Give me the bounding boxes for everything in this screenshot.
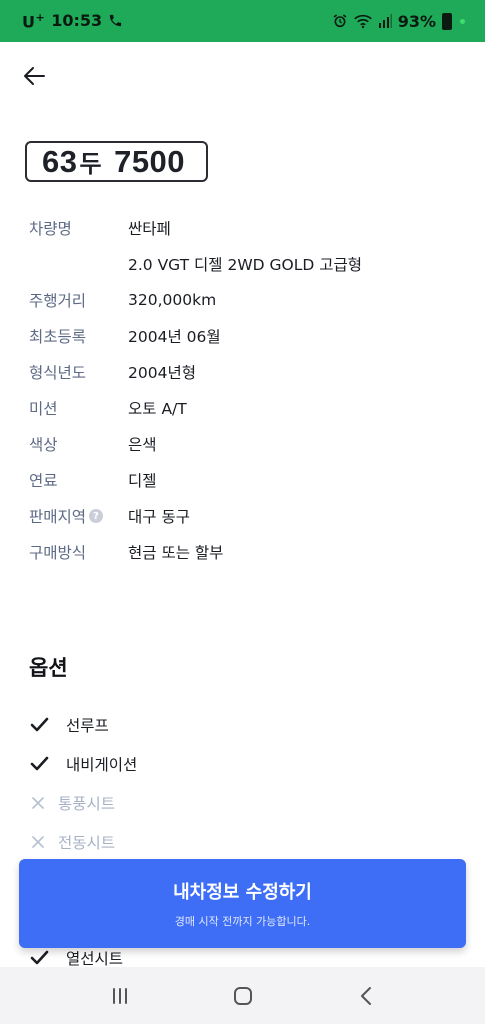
top-app-bar [0,42,485,108]
plate-middle: 두 [79,151,103,178]
spec-value: 디젤 [128,472,157,490]
check-icon [30,717,66,732]
option-label: 내비게이션 [66,755,138,774]
system-nav-bar [0,967,485,1024]
spec-value: 320,000km [128,291,217,309]
carrier-label: U+ [22,10,46,32]
option-label: 통풍시트 [58,794,116,813]
edit-car-info-button[interactable]: 내차정보 수정하기 경매 시작 전까지 가능합니다. [19,859,466,948]
spec-label: 최초등록 [29,328,87,346]
spec-label: 미션 [29,400,58,418]
spec-label: 구매방식 [29,544,87,562]
spec-row-transmission: 미션 오토 A/T [29,390,459,426]
status-bar: U+ 10:53 93% [0,0,485,42]
spec-row-mileage: 주행거리 320,000km [29,282,459,318]
spec-row-color: 색상 은색 [29,426,459,462]
recent-apps-icon [112,987,127,1004]
option-label: 전동시트 [58,833,116,852]
spec-value: 2.0 VGT 디젤 2WD GOLD 고급형 [128,256,363,274]
spec-row-sales-region: 판매지역 ? 대구 동구 [29,498,459,534]
license-plate: 63 두 7500 [25,141,208,182]
spec-value: 현금 또는 할부 [128,544,224,562]
spec-row-model-year: 형식년도 2004년형 [29,354,459,390]
chevron-left-icon [360,986,371,1005]
phone-call-icon [108,13,123,28]
list-item: 선루프 [30,705,450,744]
spec-label: 판매지역 [29,508,87,526]
list-item: 내비게이션 [30,744,450,783]
battery-icon [442,12,452,30]
plate-prefix: 63 [42,143,78,179]
spec-label: 형식년도 [29,364,87,382]
check-icon [30,950,66,965]
recent-apps-button[interactable] [100,976,140,1016]
spec-row-purchase-method: 구매방식 현금 또는 할부 [29,534,459,570]
spec-label: 연료 [29,472,58,490]
info-icon[interactable]: ? [89,509,104,523]
vehicle-spec-list: 차량명 싼타페 2.0 VGT 디젤 2WD GOLD 고급형 주행거리 320… [29,210,459,570]
spec-row-trim: 2.0 VGT 디젤 2WD GOLD 고급형 [29,246,459,282]
wifi-icon [353,13,372,29]
spec-label: 주행거리 [29,292,87,310]
option-label: 선루프 [66,716,109,735]
signal-icon [378,14,392,28]
cta-title: 내차정보 수정하기 [173,882,312,903]
spec-value: 2004년 06월 [128,328,221,346]
status-time: 10:53 [51,11,103,31]
spec-row-model: 차량명 싼타페 [29,210,459,246]
alarm-icon [332,13,348,29]
options-title: 옵션 [29,656,68,680]
check-icon [30,756,66,771]
spec-value: 대구 동구 [128,508,190,526]
back-button[interactable] [18,60,50,92]
option-label: 열선시트 [66,949,124,968]
privacy-indicator-icon [460,18,465,24]
home-button[interactable] [223,976,263,1016]
arrow-left-icon [24,67,45,85]
system-back-button[interactable] [346,976,386,1016]
spec-row-fuel: 연료 디젤 [29,462,459,498]
spec-label: 차량명 [29,220,72,238]
spec-value: 오토 A/T [128,400,187,418]
plate-number: 7500 [114,143,186,179]
spec-value: 싼타페 [128,220,171,238]
spec-value: 은색 [128,436,157,454]
list-item: 전동시트 [30,822,450,861]
spec-value: 2004년형 [128,364,196,382]
battery-percent: 93% [397,11,436,31]
cta-subtitle: 경매 시작 전까지 가능합니다. [174,915,311,928]
home-icon [233,986,252,1005]
list-item: 통풍시트 [30,783,450,822]
spec-row-first-registration: 최초등록 2004년 06월 [29,318,459,354]
spec-label: 색상 [29,436,58,454]
